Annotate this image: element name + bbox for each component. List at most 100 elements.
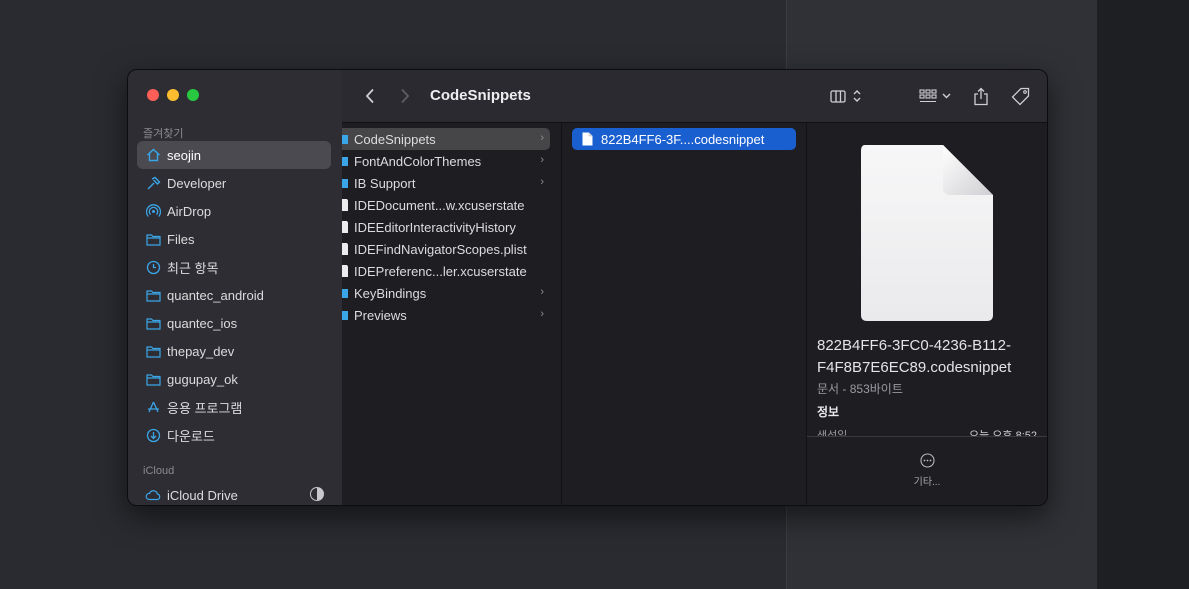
column-1: CodeSnippets › FontAndColorThemes › IB S… <box>342 123 562 505</box>
column-2: 822B4FF6-3F....codesnippet <box>562 123 807 505</box>
chevron-right-icon: › <box>540 132 544 144</box>
view-mode-button[interactable] <box>827 85 865 107</box>
folder-icon <box>342 132 354 146</box>
document-icon <box>342 220 354 234</box>
grid-icon <box>919 88 937 102</box>
icloud-header: iCloud <box>143 465 175 477</box>
sidebar-item-gugupay-ok[interactable]: gugupay_ok <box>137 365 331 393</box>
favorites-header: 즐겨찾기 <box>143 128 184 140</box>
window-title: CodeSnippets <box>430 87 531 104</box>
list-item[interactable]: IDEPreferenc...ler.xcuserstate <box>342 260 550 282</box>
sidebar-item-downloads[interactable]: 다운로드 <box>137 421 331 449</box>
ellipsis-circle-icon <box>919 453 935 468</box>
document-icon <box>342 242 354 256</box>
updown-chevron-icon <box>853 90 861 102</box>
clock-icon <box>145 259 161 275</box>
divider <box>807 436 1047 437</box>
chevron-right-icon <box>401 88 410 104</box>
folder-icon <box>342 308 354 322</box>
close-button[interactable] <box>147 89 159 101</box>
chevron-right-icon: › <box>540 308 544 320</box>
share-icon <box>974 87 988 105</box>
home-icon <box>145 147 161 163</box>
list-item[interactable]: IB Support › <box>342 172 550 194</box>
zoom-button[interactable] <box>187 89 199 101</box>
folder-icon <box>145 287 161 303</box>
preview-created-label: 생성일 <box>817 430 848 436</box>
sidebar-item-seojin[interactable]: seojin <box>137 141 331 169</box>
sidebar-item-label: AirDrop <box>167 203 212 219</box>
list-item[interactable]: IDEEditorInteractivityHistory <box>342 216 550 238</box>
folder-icon <box>145 315 161 331</box>
download-icon <box>145 427 161 443</box>
sidebar: 즐겨찾기 seojin Developer AirDrop Files 최근 항… <box>128 70 343 505</box>
sidebar-item-thepay-dev[interactable]: thepay_dev <box>137 337 331 365</box>
preview-kind: 문서 - 853바이트 <box>817 382 903 396</box>
chevron-left-icon <box>365 88 374 104</box>
storage-status-icon[interactable] <box>310 487 324 501</box>
sidebar-item-quantec-android[interactable]: quantec_android <box>137 281 331 309</box>
preview-filename: 822B4FF6-3FC0-4236-B112- F4F8B7E6EC89.co… <box>817 337 1012 376</box>
chevron-right-icon: › <box>540 286 544 298</box>
tags-button[interactable] <box>1009 85 1031 107</box>
traffic-lights <box>147 89 199 101</box>
sidebar-item-files[interactable]: Files <box>137 225 331 253</box>
more-button[interactable]: 기타... <box>807 453 1047 488</box>
document-icon <box>342 264 354 278</box>
folder-icon <box>145 371 161 387</box>
columns-view-icon <box>830 89 846 103</box>
sidebar-item-quantec-ios[interactable]: quantec_ios <box>137 309 331 337</box>
more-label: 기타... <box>913 477 941 488</box>
sidebar-item-developer[interactable]: Developer <box>137 169 331 197</box>
folder-icon <box>145 231 161 247</box>
sidebar-item-label: seojin <box>167 147 201 163</box>
sidebar-item-icloud-drive[interactable]: iCloud Drive <box>137 481 331 505</box>
folder-icon <box>145 343 161 359</box>
tag-icon <box>1011 87 1029 105</box>
hammer-icon <box>145 175 161 191</box>
sidebar-item-recents[interactable]: 최근 항목 <box>137 253 331 281</box>
share-button[interactable] <box>971 85 991 107</box>
group-button[interactable] <box>916 85 954 107</box>
preview-created-value: 오늘 오후 8:52 <box>968 430 1037 436</box>
sidebar-item-label: quantec_android <box>167 287 264 303</box>
sidebar-item-label: Files <box>167 231 195 247</box>
folder-icon <box>342 176 354 190</box>
back-button[interactable] <box>360 85 380 107</box>
cloud-icon <box>145 487 161 503</box>
folder-icon <box>342 154 354 168</box>
minimize-button[interactable] <box>167 89 179 101</box>
list-item[interactable]: Previews › <box>342 304 550 326</box>
sidebar-item-label: thepay_dev <box>167 343 235 359</box>
preview-info-header: 정보 <box>817 405 840 419</box>
folder-icon <box>342 286 354 300</box>
sidebar-item-label: 응용 프로그램 <box>167 400 243 416</box>
airdrop-icon <box>145 203 161 219</box>
list-item[interactable]: 822B4FF6-3F....codesnippet <box>572 128 796 150</box>
sidebar-item-label: iCloud Drive <box>167 487 238 503</box>
chevron-right-icon: › <box>540 176 544 188</box>
list-item[interactable]: KeyBindings › <box>342 282 550 304</box>
chevron-down-icon <box>942 93 951 99</box>
sidebar-item-airdrop[interactable]: AirDrop <box>137 197 331 225</box>
preview-pane: 822B4FF6-3FC0-4236-B112- F4F8B7E6EC89.co… <box>807 123 1047 505</box>
desktop-background-far <box>1097 0 1189 589</box>
list-item[interactable]: IDEDocument...w.xcuserstate <box>342 194 550 216</box>
sidebar-item-label: quantec_ios <box>167 315 238 331</box>
finder-window: 즐겨찾기 seojin Developer AirDrop Files 최근 항… <box>127 69 1048 506</box>
toolbar: CodeSnippets <box>342 70 1047 123</box>
sidebar-item-label: Developer <box>167 175 227 191</box>
apps-icon <box>145 399 161 415</box>
forward-button[interactable] <box>395 85 415 107</box>
document-icon <box>342 198 354 212</box>
sidebar-item-applications[interactable]: 응용 프로그램 <box>137 393 331 421</box>
chevron-right-icon: › <box>540 154 544 166</box>
document-thumbnail-icon <box>859 143 995 328</box>
list-item[interactable]: IDEFindNavigatorScopes.plist <box>342 238 550 260</box>
sidebar-item-label: 최근 항목 <box>167 260 219 276</box>
document-icon <box>582 132 593 146</box>
list-item[interactable]: FontAndColorThemes › <box>342 150 550 172</box>
sidebar-item-label: gugupay_ok <box>167 371 238 387</box>
sidebar-item-label: 다운로드 <box>167 428 215 444</box>
list-item[interactable]: CodeSnippets › <box>342 128 550 150</box>
